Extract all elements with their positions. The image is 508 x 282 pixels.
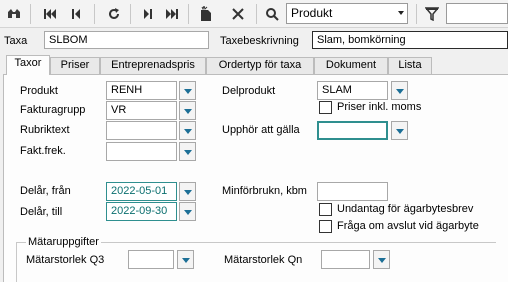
toolbar: Produkt <box>0 0 508 28</box>
tab-priser[interactable]: Priser <box>50 57 100 74</box>
matarstorlek-qn-dropdown-button[interactable] <box>373 250 390 269</box>
rubriktext-label: Rubriktext <box>20 124 70 136</box>
upphor-label: Upphör att gälla <box>222 124 300 136</box>
refresh-icon[interactable] <box>104 4 124 24</box>
rubriktext-dropdown-button[interactable] <box>179 121 196 140</box>
matarstorlek-q3-field[interactable] <box>128 250 174 269</box>
priser-inkl-moms-checkbox[interactable] <box>319 101 332 114</box>
first-record-icon[interactable] <box>40 4 60 24</box>
new-record-icon[interactable] <box>196 4 216 24</box>
matarstorlek-q3-dropdown-button[interactable] <box>177 250 194 269</box>
upphor-field[interactable] <box>317 121 388 140</box>
delprodukt-value: SLAM <box>322 84 352 96</box>
fraga-avslut-checkbox[interactable] <box>319 220 332 233</box>
toolbar-separator <box>130 4 131 24</box>
last-record-icon[interactable] <box>162 4 182 24</box>
undantag-label: Undantag för ägarbytesbrev <box>337 203 474 215</box>
search-icon[interactable] <box>262 4 282 24</box>
toolbar-separator <box>416 4 417 24</box>
fakturagrupp-value: VR <box>111 104 127 116</box>
rubriktext-field[interactable] <box>106 121 177 140</box>
toolbar-separator <box>30 4 31 24</box>
toolbar-separator <box>188 4 189 24</box>
faktfrek-field[interactable] <box>106 142 177 161</box>
chevron-down-icon <box>398 11 404 15</box>
tab-taxor[interactable]: Taxor <box>6 55 50 75</box>
undantag-checkbox[interactable] <box>319 203 332 216</box>
matarstorlek-qn-label: Mätarstorlek Qn <box>224 254 303 266</box>
produkt-value: RENH <box>111 84 143 96</box>
next-record-icon[interactable] <box>138 4 158 24</box>
taxa-field[interactable]: SLBOM <box>44 31 209 49</box>
taxa-label: Taxa <box>4 35 28 47</box>
search-scope-value: Produkt <box>291 6 333 20</box>
binoculars-icon[interactable] <box>4 4 24 24</box>
delprodukt-dropdown-button[interactable] <box>391 81 408 100</box>
delar-fran-value: 2022-05-01 <box>111 185 168 197</box>
minforbrukn-field[interactable] <box>317 182 388 201</box>
taxebeskrivning-value: Slam, bomkörning <box>317 34 406 46</box>
delar-till-field[interactable]: 2022-09-30 <box>106 202 177 221</box>
delar-fran-field[interactable]: 2022-05-01 <box>106 182 177 201</box>
produkt-field[interactable]: RENH <box>106 81 177 100</box>
taxa-value: SLBOM <box>49 34 88 46</box>
previous-record-icon[interactable] <box>66 4 86 24</box>
delar-till-dropdown-button[interactable] <box>179 202 196 221</box>
filter-icon[interactable] <box>422 4 442 24</box>
tab-lista[interactable]: Lista <box>388 57 432 74</box>
delprodukt-field[interactable]: SLAM <box>317 81 388 100</box>
tab-ordertyp-for-taxa[interactable]: Ordertyp för taxa <box>206 57 314 74</box>
mataruppgifter-legend: Mätaruppgifter <box>26 236 101 248</box>
priser-inkl-moms-label: Priser inkl. moms <box>337 101 422 113</box>
fakturagrupp-label: Fakturagrupp <box>20 104 86 116</box>
faktfrek-label: Fakt.frek. <box>20 145 66 157</box>
produkt-label: Produkt <box>20 85 58 97</box>
delete-icon[interactable] <box>228 4 248 24</box>
upphor-dropdown-button[interactable] <box>391 121 408 140</box>
delar-till-label: Delår, till <box>20 206 63 218</box>
toolbar-separator <box>94 4 95 24</box>
tab-entreprenadspris[interactable]: Entreprenadspris <box>100 57 206 74</box>
minforbrukn-label: Minförbrukn, kbm <box>222 185 307 197</box>
toolbar-separator <box>256 4 257 24</box>
delar-fran-label: Delår, från <box>20 185 71 197</box>
tab-dokument[interactable]: Dokument <box>314 57 388 74</box>
delprodukt-label: Delprodukt <box>222 85 276 97</box>
faktfrek-dropdown-button[interactable] <box>179 142 196 161</box>
delar-till-value: 2022-09-30 <box>111 205 168 217</box>
fakturagrupp-dropdown-button[interactable] <box>179 101 196 120</box>
taxebeskrivning-field[interactable]: Slam, bomkörning <box>312 31 508 49</box>
delar-fran-dropdown-button[interactable] <box>179 182 196 201</box>
search-scope-select[interactable]: Produkt <box>286 3 408 24</box>
produkt-dropdown-button[interactable] <box>179 81 196 100</box>
taxebeskrivning-label: Taxebeskrivning <box>220 35 299 47</box>
fakturagrupp-field[interactable]: VR <box>106 101 177 120</box>
matarstorlek-qn-field[interactable] <box>321 250 370 269</box>
fraga-avslut-label: Fråga om avslut vid ägarbyte <box>337 220 479 232</box>
search-input[interactable] <box>446 3 508 24</box>
matarstorlek-q3-label: Mätarstorlek Q3 <box>26 254 105 266</box>
